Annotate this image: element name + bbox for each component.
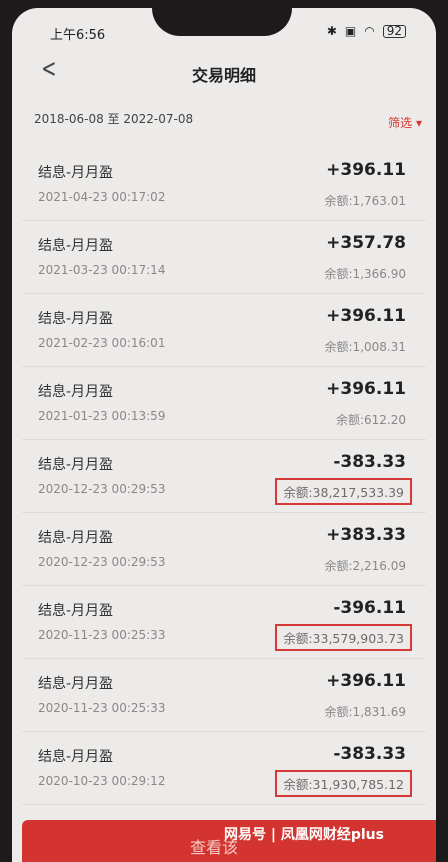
transaction-time: 2020-12-23 00:29:53 [38, 555, 166, 569]
transaction-amount: +396.11 [326, 160, 406, 180]
transaction-amount: -396.11 [333, 598, 406, 618]
transaction-balance: 余额:33,579,903.73 [275, 624, 412, 651]
transaction-title: 结息-月月盈 [38, 749, 114, 765]
filter-bar: 2018-06-08 至 2022-07-08 筛选 ▾ [12, 104, 436, 138]
transaction-balance: 余额:1,008.31 [324, 340, 406, 354]
battery-icon: 92 [382, 24, 406, 38]
transaction-row[interactable]: 结息-月月盈 2020-12-23 00:29:53 -383.33 余额:38,21… [22, 440, 426, 513]
transaction-balance: 余额:1,831.69 [324, 705, 406, 719]
transaction-balance: 余额:38,217,533.39 [275, 478, 412, 505]
transaction-title: 结息-月月盈 [38, 457, 114, 473]
transaction-list: 结息-月月盈 2021-04-23 00:17:02 +396.11 余额:1,763… [22, 148, 426, 805]
transaction-row[interactable]: 结息-月月盈 2020-11-23 00:25:33 -396.11 余额:33,57… [22, 586, 426, 659]
transaction-balance: 余额:612.20 [335, 413, 406, 427]
filter-button[interactable]: 筛选 ▾ [388, 114, 422, 131]
transaction-amount: -383.33 [333, 744, 406, 764]
transaction-time: 2021-03-23 00:17:14 [38, 263, 166, 277]
wifi-icon: ◠ [364, 24, 375, 38]
transaction-time: 2021-01-23 00:13:59 [38, 409, 166, 423]
transaction-row[interactable]: 结息-月月盈 2021-03-23 00:17:14 +357.78 余额:1,366… [22, 221, 426, 294]
transaction-balance: 余额:31,930,785.12 [275, 770, 412, 797]
transaction-amount: +357.78 [326, 233, 406, 253]
bluetooth-icon: ✱ [326, 24, 337, 38]
transaction-time: 2020-11-23 00:25:33 [38, 628, 166, 642]
transaction-balance: 余额:1,763.01 [324, 194, 406, 208]
transaction-time: 2020-12-23 00:29:53 [38, 482, 166, 496]
watermark: 网易号 | 凤凰网财经plus [224, 827, 384, 843]
transaction-title: 结息-月月盈 [38, 165, 114, 181]
transaction-amount: -383.33 [333, 452, 406, 472]
nav-bar: < 交易明细 [12, 54, 436, 96]
transaction-title: 结息-月月盈 [38, 530, 114, 546]
transaction-amount: +383.33 [326, 525, 406, 545]
transaction-time: 2020-11-23 00:25:33 [38, 701, 166, 715]
transaction-title: 结息-月月盈 [38, 311, 114, 327]
transaction-row[interactable]: 结息-月月盈 2020-11-23 00:25:33 +396.11 余额:1,831… [22, 659, 426, 732]
transaction-time: 2020-10-23 00:29:12 [38, 774, 166, 788]
status-icons: ✱ ▣ ◠ 92 [327, 24, 406, 38]
transaction-row[interactable]: 结息-月月盈 2020-12-23 00:29:53 +383.33 余额:2,216… [22, 513, 426, 586]
transaction-time: 2021-02-23 00:16:01 [38, 336, 166, 350]
transaction-title: 结息-月月盈 [38, 384, 114, 400]
status-bar: 上午6:56 ✱ ▣ ◠ 92 [12, 22, 436, 46]
transaction-balance: 余额:2,216.09 [324, 559, 406, 573]
caret-down-icon: ▾ [415, 116, 422, 130]
filter-label: 筛选 [388, 116, 413, 130]
sim-icon: ▣ [344, 24, 357, 38]
status-time: 上午6:56 [50, 28, 106, 43]
transaction-time: 2021-04-23 00:17:02 [38, 190, 166, 204]
transaction-title: 结息-月月盈 [38, 676, 114, 692]
transaction-amount: +396.11 [326, 306, 406, 326]
transaction-title: 结息-月月盈 [38, 603, 114, 619]
date-range[interactable]: 2018-06-08 至 2022-07-08 [34, 110, 193, 127]
transaction-row[interactable]: 结息-月月盈 2020-10-23 00:29:12 -383.33 余额:31,93… [22, 732, 426, 805]
transaction-row[interactable]: 结息-月月盈 2021-02-23 00:16:01 +396.11 余额:1,008… [22, 294, 426, 367]
transaction-balance: 余额:1,366.90 [324, 267, 406, 281]
transaction-amount: +396.11 [326, 379, 406, 399]
transaction-amount: +396.11 [326, 671, 406, 691]
transaction-row[interactable]: 结息-月月盈 2021-01-23 00:13:59 +396.11 余额:612.2… [22, 367, 426, 440]
transaction-title: 结息-月月盈 [38, 238, 114, 254]
phone-screen: 上午6:56 ✱ ▣ ◠ 92 < 交易明细 2018-06-08 至 2022… [12, 8, 436, 862]
page-title: 交易明细 [191, 66, 256, 85]
transaction-row[interactable]: 结息-月月盈 2021-04-23 00:17:02 +396.11 余额:1,763… [22, 148, 426, 221]
